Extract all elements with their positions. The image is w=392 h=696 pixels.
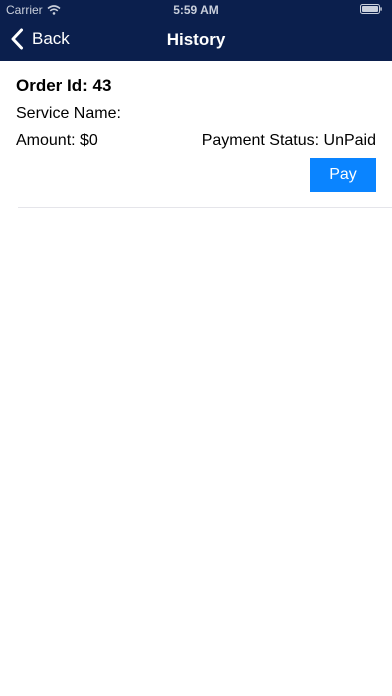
status-bar: Carrier 5:59 AM (0, 0, 392, 20)
pay-button[interactable]: Pay (310, 158, 376, 192)
history-screen: Carrier 5:59 AM Back History Order Id: 4… (0, 0, 392, 696)
top-bar: Carrier 5:59 AM Back History (0, 0, 392, 61)
battery-icon (360, 4, 382, 14)
row-divider (18, 207, 392, 208)
service-name: Service Name: (16, 105, 121, 122)
page-title: History (166, 30, 226, 49)
status-time: 5:59 AM (173, 3, 219, 17)
payment-status: Payment Status: UnPaid (201, 132, 376, 149)
order-id: Order Id: 43 (16, 76, 112, 95)
navigation-bar: Back History (0, 20, 392, 61)
order-amount: Amount: $0 (16, 132, 98, 149)
order-card: Order Id: 43 Service Name: Amount: $0 Pa… (16, 61, 376, 208)
